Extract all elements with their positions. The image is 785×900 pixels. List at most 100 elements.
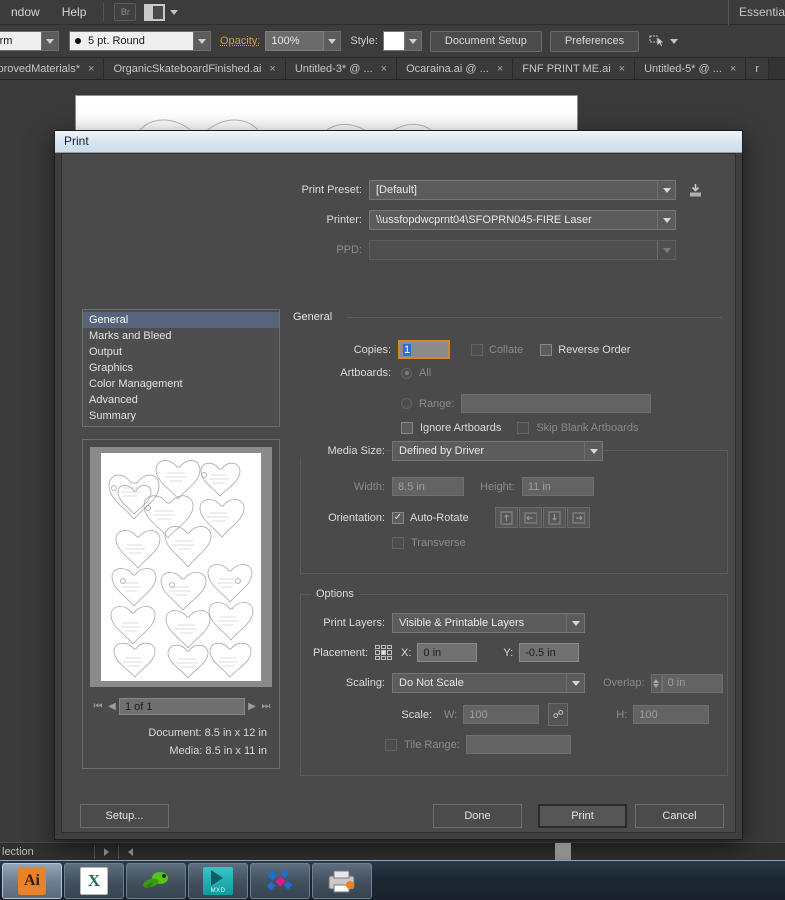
- status-divider: [93, 844, 95, 859]
- orientation-landscape-icon[interactable]: [518, 507, 542, 528]
- tile-range-input: [465, 735, 571, 754]
- print-layers-label: Print Layers:: [323, 617, 385, 629]
- close-icon[interactable]: ×: [619, 63, 625, 75]
- document-tab[interactable]: r: [746, 58, 770, 79]
- overlap-stepper: [650, 673, 662, 693]
- dialog-nav-list[interactable]: General Marks and Bleed Output Graphics …: [82, 309, 280, 427]
- nav-item-advanced[interactable]: Advanced: [83, 392, 279, 408]
- document-tab[interactable]: ApprovedMaterials* ×: [0, 58, 105, 79]
- nav-item-color-management[interactable]: Color Management: [83, 376, 279, 392]
- document-tab[interactable]: FNF PRINT ME.ai ×: [513, 58, 636, 79]
- save-preset-icon[interactable]: [688, 183, 703, 198]
- nav-item-summary[interactable]: Summary: [83, 408, 279, 424]
- orientation-portrait-icon[interactable]: [494, 507, 518, 528]
- scale-w-label: W:: [444, 708, 458, 721]
- placement-anchor-icon[interactable]: [375, 645, 392, 660]
- bridge-icon[interactable]: Br: [114, 3, 137, 21]
- orientation-portrait-flipped-icon[interactable]: [542, 507, 566, 528]
- style-dropdown[interactable]: [382, 31, 422, 51]
- taskbar-item-excel[interactable]: X: [64, 862, 124, 899]
- ignore-artboards-label: Ignore Artboards: [420, 422, 502, 434]
- horizontal-scrollbar-thumb[interactable]: [555, 843, 571, 860]
- width-input: 8.5 in: [392, 477, 464, 496]
- artboards-range-radio[interactable]: [401, 398, 412, 409]
- status-prev-icon[interactable]: [127, 847, 133, 856]
- preferences-button[interactable]: Preferences: [549, 30, 640, 52]
- orientation-label: Orientation:: [328, 511, 385, 524]
- nav-item-output[interactable]: Output: [83, 344, 279, 360]
- print-button[interactable]: Print: [538, 804, 627, 828]
- opacity-dropdown[interactable]: 100%: [265, 31, 342, 51]
- reverse-order-checkbox[interactable]: Reverse Order: [540, 343, 630, 356]
- profile-dropdown[interactable]: iform: [0, 31, 59, 51]
- cancel-button[interactable]: Cancel: [635, 804, 724, 828]
- ppd-label: PPD:: [336, 244, 362, 256]
- chevron-down-icon: [657, 181, 675, 199]
- orientation-landscape-flipped-icon[interactable]: [566, 507, 590, 528]
- media-size-select[interactable]: Defined by Driver: [392, 441, 603, 461]
- next-page-icon[interactable]: ▶: [245, 701, 259, 712]
- setup-button[interactable]: Setup...: [80, 804, 169, 828]
- scaling-label: Scaling:: [345, 677, 385, 689]
- printer-select[interactable]: \\ussfopdwcprnt04\SFOPRN045-FIRE Laser: [369, 210, 676, 230]
- scale-link-icon: ☍: [548, 703, 569, 726]
- print-preview-canvas[interactable]: [90, 447, 272, 687]
- artboards-all-radio[interactable]: [401, 367, 412, 379]
- document-tab[interactable]: Untitled-3* @ ... ×: [285, 58, 398, 79]
- close-icon[interactable]: ×: [497, 63, 503, 75]
- taskbar-item-illustrator[interactable]: Ai: [2, 862, 62, 899]
- artboards-row: Artboards: All: [293, 367, 431, 379]
- print-layers-select[interactable]: Visible & Printable Layers: [392, 613, 585, 633]
- prev-page-icon[interactable]: ◀: [105, 701, 119, 712]
- first-page-icon[interactable]: ⏮: [91, 701, 105, 712]
- auto-rotate-label: Auto-Rotate: [410, 511, 469, 524]
- ignore-artboards-row: Ignore Artboards Skip Blank Artboards: [293, 422, 638, 434]
- workspace-switcher[interactable]: Essentia: [727, 0, 785, 25]
- orientation-buttons: [494, 507, 590, 528]
- ignore-artboards-checkbox[interactable]: [401, 422, 413, 434]
- document-tab[interactable]: Ocaraina.ai @ ... ×: [397, 58, 514, 79]
- close-icon[interactable]: ×: [730, 63, 736, 75]
- tile-range-checkbox: [385, 738, 397, 751]
- close-icon[interactable]: ×: [269, 63, 275, 75]
- taskbar-item-green-app[interactable]: [126, 862, 186, 899]
- print-preset-select[interactable]: [Default]: [369, 180, 676, 200]
- status-next-icon[interactable]: [103, 847, 109, 856]
- illustrator-icon: Ai: [18, 866, 46, 895]
- orientation-row: Orientation: ✓ Auto-Rotate: [294, 507, 590, 528]
- document-tab[interactable]: Untitled-5* @ ... ×: [635, 58, 747, 79]
- menu-item-help[interactable]: Help: [51, 0, 98, 25]
- done-button[interactable]: Done: [433, 804, 522, 828]
- range-label: Range:: [419, 397, 455, 410]
- opacity-label[interactable]: Opacity:: [220, 35, 260, 47]
- document-tab[interactable]: OrganicSkateboardFinished.ai ×: [104, 58, 286, 79]
- arrange-documents-button[interactable]: [140, 3, 179, 21]
- chevron-down-icon: [566, 614, 584, 632]
- copies-input[interactable]: 1: [398, 340, 450, 359]
- menu-item-window[interactable]: ndow: [0, 0, 51, 25]
- document-setup-button[interactable]: Document Setup: [429, 30, 542, 52]
- taskbar-item-arcmap[interactable]: MXD: [188, 862, 248, 899]
- section-title: General: [293, 311, 333, 323]
- nav-item-graphics[interactable]: Graphics: [83, 360, 279, 376]
- scaling-select[interactable]: Do Not Scale: [392, 673, 585, 693]
- last-page-icon[interactable]: ⏭: [259, 701, 273, 712]
- taskbar-item-printer-app[interactable]: [312, 862, 372, 899]
- reverse-order-checkbox-box[interactable]: [540, 343, 553, 356]
- page-indicator[interactable]: 1 of 1: [119, 698, 245, 715]
- placement-y-input[interactable]: -0.5 in: [519, 643, 580, 662]
- width-label: Width:: [353, 480, 385, 493]
- auto-rotate-checkbox[interactable]: ✓: [392, 511, 404, 524]
- app-statusbar: lection: [0, 842, 785, 860]
- close-icon[interactable]: ×: [381, 63, 387, 75]
- dialog-titlebar[interactable]: Print: [55, 131, 742, 153]
- taskbar-item-diamonds-app[interactable]: [250, 862, 310, 899]
- placement-x-input[interactable]: 0 in: [417, 643, 478, 662]
- nav-item-general[interactable]: General: [83, 312, 279, 328]
- close-icon[interactable]: ×: [88, 63, 94, 75]
- snap-tools-dropdown[interactable]: [649, 34, 679, 48]
- nav-item-marks-and-bleed[interactable]: Marks and Bleed: [83, 328, 279, 344]
- opacity-chevron-down-icon: [324, 31, 342, 51]
- stroke-dropdown[interactable]: 5 pt. Round: [69, 31, 211, 51]
- transverse-checkbox: [392, 537, 404, 549]
